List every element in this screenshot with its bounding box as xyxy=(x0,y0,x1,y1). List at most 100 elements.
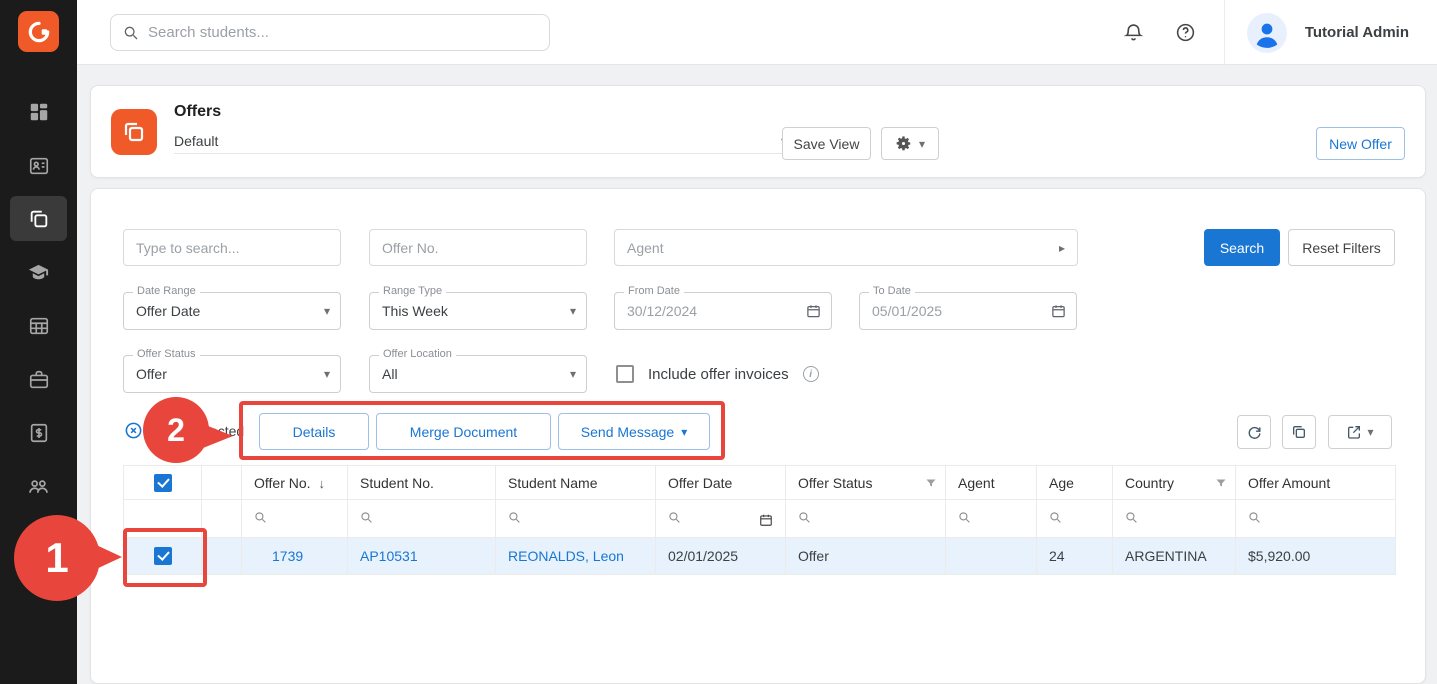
search-icon xyxy=(360,511,373,524)
filter-offer-date[interactable] xyxy=(656,500,786,538)
annotation-arrow-step2 xyxy=(203,424,233,448)
filter-offer-no[interactable] xyxy=(242,500,348,538)
copy-button[interactable] xyxy=(1282,415,1316,449)
search-icon xyxy=(1248,511,1261,524)
export-icon xyxy=(1346,424,1362,440)
col-country[interactable]: Country xyxy=(1113,466,1236,500)
view-selector-value: Default xyxy=(174,133,218,149)
filter-agent[interactable] xyxy=(946,500,1037,538)
student-no-link[interactable]: AP10531 xyxy=(360,548,418,564)
from-date-value: 30/12/2024 xyxy=(627,303,697,319)
topbar: Tutorial Admin xyxy=(77,0,1437,65)
calendar-icon[interactable] xyxy=(806,304,821,319)
col-age[interactable]: Age xyxy=(1037,466,1113,500)
view-selector[interactable]: Default ▾ xyxy=(174,128,787,154)
include-invoices-checkbox[interactable] xyxy=(616,365,634,383)
filter-student-name[interactable] xyxy=(496,500,656,538)
student-name-link[interactable]: REONALDS, Leon xyxy=(508,548,624,564)
filter-student-no[interactable] xyxy=(348,500,496,538)
sidebar-item-offers[interactable] xyxy=(10,196,67,241)
calendar-icon[interactable] xyxy=(759,513,773,527)
from-date-label: From Date xyxy=(624,285,684,297)
col-offer-no[interactable]: Offer No.↓ xyxy=(242,466,348,500)
search-input[interactable] xyxy=(148,24,537,41)
annotation-step2-number: 2 xyxy=(167,412,185,449)
from-date-field[interactable]: From Date 30/12/2024 xyxy=(614,292,832,330)
filter-country[interactable] xyxy=(1113,500,1236,538)
offer-location-label: Offer Location xyxy=(379,348,456,360)
to-date-field[interactable]: To Date 05/01/2025 xyxy=(859,292,1077,330)
col-offer-date[interactable]: Offer Date xyxy=(656,466,786,500)
reset-filters-label: Reset Filters xyxy=(1302,240,1381,256)
sidebar-item-contacts[interactable] xyxy=(10,143,67,188)
offer-status-value: Offer xyxy=(136,366,167,382)
filter-age[interactable] xyxy=(1037,500,1113,538)
gear-icon xyxy=(895,135,912,152)
col-offer-amount[interactable]: Offer Amount xyxy=(1236,466,1396,500)
help-icon xyxy=(1175,22,1196,43)
sort-desc-icon: ↓ xyxy=(319,476,326,491)
offer-status-select[interactable]: Offer Status Offer ▾ xyxy=(123,355,341,393)
expand-column-header xyxy=(202,466,242,500)
global-search[interactable] xyxy=(110,14,550,51)
agent-input[interactable] xyxy=(627,240,1059,256)
courses-icon xyxy=(27,261,50,284)
avatar xyxy=(1247,13,1287,53)
chevron-down-icon: ▾ xyxy=(1367,426,1373,438)
info-icon[interactable]: i xyxy=(803,366,819,382)
keyword-search-field xyxy=(123,229,341,266)
reset-filters-button[interactable]: Reset Filters xyxy=(1288,229,1395,266)
topbar-right: Tutorial Admin xyxy=(1114,0,1437,65)
app-logo[interactable] xyxy=(18,11,59,52)
filter-offer-amount[interactable] xyxy=(1236,500,1396,538)
avatar-icon xyxy=(1248,14,1286,52)
chevron-right-icon[interactable]: ▸ xyxy=(1059,242,1065,254)
sidebar-item-invoices[interactable] xyxy=(10,410,67,455)
chevron-down-icon: ▾ xyxy=(570,305,576,317)
offers-tile-icon xyxy=(122,120,146,144)
offer-amount-cell: $5,920.00 xyxy=(1248,548,1310,564)
save-view-label: Save View xyxy=(794,136,860,152)
refresh-button[interactable] xyxy=(1237,415,1271,449)
col-offer-status-label: Offer Status xyxy=(798,475,872,491)
notifications-button[interactable] xyxy=(1114,13,1154,53)
offer-location-select[interactable]: Offer Location All ▾ xyxy=(369,355,587,393)
sidebar-item-courses[interactable] xyxy=(10,250,67,295)
sidebar-item-programs[interactable] xyxy=(10,303,67,348)
col-student-no[interactable]: Student No. xyxy=(348,466,496,500)
col-offer-status[interactable]: Offer Status xyxy=(786,466,946,500)
filter-funnel-icon[interactable] xyxy=(1215,477,1227,489)
col-student-name[interactable]: Student Name xyxy=(496,466,656,500)
clear-selection-icon[interactable] xyxy=(124,421,143,440)
filter-offer-status[interactable] xyxy=(786,500,946,538)
sidebar-item-partners[interactable] xyxy=(10,464,67,509)
agent-field: ▸ xyxy=(614,229,1078,266)
annotation-step1-number: 1 xyxy=(45,534,68,582)
view-settings-button[interactable]: ▾ xyxy=(881,127,939,160)
page-title: Offers xyxy=(174,103,221,121)
range-type-select[interactable]: Range Type This Week ▾ xyxy=(369,292,587,330)
search-button[interactable]: Search xyxy=(1204,229,1280,266)
topbar-divider xyxy=(1224,0,1225,65)
table-row[interactable]: 1739 AP10531 REONALDS, Leon 02/01/2025 O… xyxy=(124,538,1396,575)
refresh-icon xyxy=(1246,424,1263,441)
new-offer-button[interactable]: New Offer xyxy=(1316,127,1405,160)
calendar-icon[interactable] xyxy=(1051,304,1066,319)
keyword-search-input[interactable] xyxy=(136,240,328,256)
sidebar-item-services[interactable] xyxy=(10,357,67,402)
col-offer-amount-label: Offer Amount xyxy=(1248,475,1330,491)
select-all-checkbox[interactable] xyxy=(154,474,172,492)
save-view-button[interactable]: Save View xyxy=(782,127,871,160)
col-agent-label: Agent xyxy=(958,475,995,491)
export-button[interactable]: ▾ xyxy=(1328,415,1392,449)
offer-no-input[interactable] xyxy=(382,240,574,256)
offer-no-link[interactable]: 1739 xyxy=(272,548,303,564)
col-agent[interactable]: Agent xyxy=(946,466,1037,500)
filter-funnel-icon[interactable] xyxy=(925,477,937,489)
sidebar-item-dashboard[interactable] xyxy=(10,89,67,134)
row-expand-cell xyxy=(202,538,242,575)
date-range-select[interactable]: Date Range Offer Date ▾ xyxy=(123,292,341,330)
help-button[interactable] xyxy=(1166,13,1206,53)
grid-header-row: Offer No.↓ Student No. Student Name Offe… xyxy=(124,466,1396,500)
profile-menu[interactable]: Tutorial Admin xyxy=(1235,13,1437,53)
